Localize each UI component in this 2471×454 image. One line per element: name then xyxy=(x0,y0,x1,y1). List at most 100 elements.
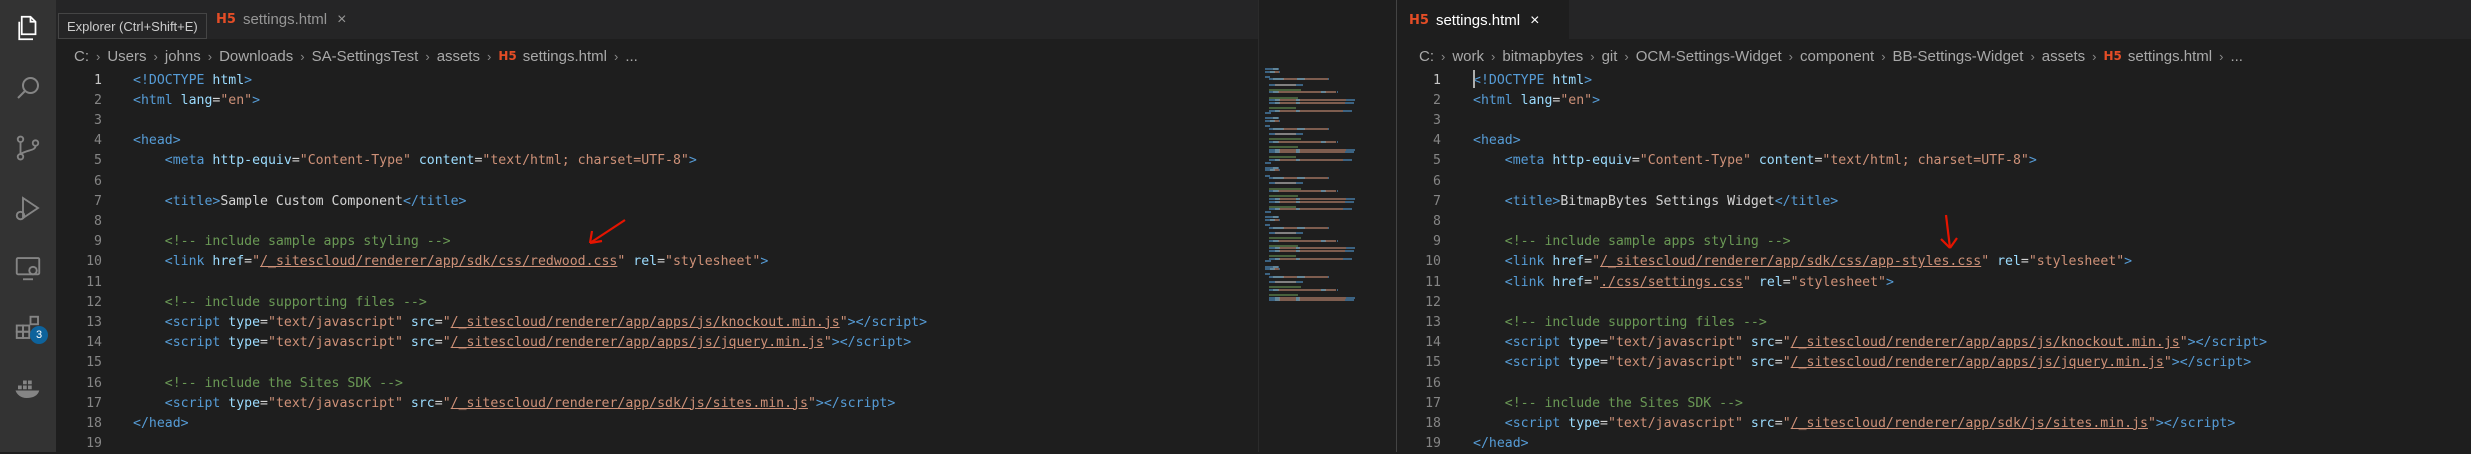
breadcrumb-item[interactable]: assets xyxy=(2042,48,2085,65)
code-text: <title>Sample Custom Component</title> xyxy=(133,194,467,209)
code-token: = xyxy=(244,254,253,270)
breadcrumb-label: Downloads xyxy=(219,47,294,65)
breadcrumb-item[interactable]: git xyxy=(1602,48,1618,65)
tab-settings-html-right[interactable]: H5 settings.html × xyxy=(1397,0,1569,40)
code-line[interactable]: 7 <title>Sample Custom Component</title> xyxy=(56,191,467,211)
explorer-icon[interactable] xyxy=(0,0,56,56)
line-number: 13 xyxy=(86,314,102,330)
code-line[interactable]: 11 xyxy=(56,272,133,292)
breadcrumb-item[interactable]: assets xyxy=(437,48,480,65)
remote-explorer-icon[interactable] xyxy=(0,240,56,296)
code-line[interactable]: 19 xyxy=(56,434,133,454)
code-line[interactable]: 17 <!-- include the Sites SDK --> xyxy=(1397,393,1743,413)
code-line[interactable]: 4 <head> xyxy=(1397,131,1521,151)
code-line[interactable]: 3 xyxy=(1397,110,1473,130)
code-line[interactable]: 7 <title>BitmapBytes Settings Widget</ti… xyxy=(1397,191,1838,211)
code-token: "stylesheet" xyxy=(1790,274,1886,290)
code-line[interactable]: 6 xyxy=(1397,171,1473,191)
minimap-line xyxy=(1344,250,1354,252)
code-token: = xyxy=(1782,274,1791,290)
breadcrumb-item[interactable]: SA-SettingsTest xyxy=(312,48,419,65)
code-line[interactable]: 5 <meta http-equiv="Content-Type" conten… xyxy=(56,151,697,171)
tab-settings-html-left[interactable]: H5 settings.html × xyxy=(216,0,346,39)
search-icon[interactable] xyxy=(0,60,56,116)
code-line[interactable]: 8 xyxy=(1397,211,1473,231)
breadcrumb-item[interactable]: H5 settings.html xyxy=(498,48,607,65)
code-line[interactable]: 18 </head> xyxy=(56,413,189,433)
code-token: content xyxy=(410,153,475,169)
code-line[interactable]: 8 xyxy=(56,211,133,231)
code-line[interactable]: 14 <script type="text/javascript" src="/… xyxy=(56,333,911,353)
code-token: <script xyxy=(164,395,221,411)
breadcrumb-item[interactable]: component xyxy=(1800,48,1874,65)
code-line[interactable]: 11 <link href="./css/settings.css" rel="… xyxy=(1397,272,1894,292)
code-line[interactable]: 3 xyxy=(56,110,133,130)
extensions-icon[interactable] xyxy=(0,300,56,356)
code-line[interactable]: 9 <!-- include sample apps styling --> xyxy=(56,232,451,252)
code-line[interactable]: 18 <script type="text/javascript" src="/… xyxy=(1397,413,2235,433)
code-token: type xyxy=(1560,355,1601,371)
code-line[interactable]: 16 <!-- include the Sites SDK --> xyxy=(56,373,403,393)
breadcrumb-item[interactable]: work xyxy=(1452,48,1484,65)
close-icon[interactable]: × xyxy=(1530,12,1539,30)
minimap-line xyxy=(1274,182,1296,185)
code-line[interactable]: 4 <head> xyxy=(56,131,181,151)
breadcrumb-item[interactable]: ... xyxy=(2230,48,2243,65)
breadcrumb-item[interactable]: BB-Settings-Widget xyxy=(1893,48,2024,65)
left-editor-group: H5 settings.html × ··· C: › Users › johns › Do… xyxy=(56,0,1396,452)
line-number: 5 xyxy=(1433,153,1441,169)
code-text: <script type="text/javascript" src="/_si… xyxy=(133,335,911,350)
code-line[interactable]: 19 </head> xyxy=(1397,434,1529,454)
minimap-line xyxy=(1284,226,1297,229)
breadcrumb-item[interactable]: C: xyxy=(74,48,89,65)
code-line[interactable]: 1 <!DOCTYPE html> xyxy=(56,70,252,90)
minimap-line xyxy=(1274,231,1296,234)
docker-icon[interactable] xyxy=(0,360,56,416)
breadcrumb-item[interactable]: Users xyxy=(107,48,146,65)
minimap-line xyxy=(1280,159,1296,161)
breadcrumb-item[interactable]: OCM-Settings-Widget xyxy=(1636,48,1782,65)
code-token: </head> xyxy=(1473,436,1529,452)
code-line[interactable]: 12 xyxy=(1397,292,1473,312)
breadcrumb-label: C: xyxy=(74,47,89,65)
breadcrumb-item[interactable]: ... xyxy=(625,48,638,65)
code-line[interactable]: 6 xyxy=(56,171,133,191)
breadcrumb-item[interactable]: bitmapbytes xyxy=(1502,48,1583,65)
code-text: <head> xyxy=(133,133,181,148)
code-line[interactable]: 2 <html lang="en"> xyxy=(56,90,260,110)
minimap-line xyxy=(1295,83,1303,86)
code-line[interactable]: 10 <link href="/_sitescloud/renderer/app… xyxy=(1397,252,2132,272)
code-line[interactable]: 2 <html lang="en"> xyxy=(1397,90,1600,110)
code-line[interactable]: 13 <!-- include supporting files --> xyxy=(1397,312,1767,332)
minimap-line xyxy=(1328,78,1330,81)
breadcrumb-item[interactable]: C: xyxy=(1419,48,1434,65)
code-line[interactable]: 17 <script type="text/javascript" src="/… xyxy=(56,393,895,413)
code-line[interactable]: 14 <script type="text/javascript" src="/… xyxy=(1397,333,2267,353)
code-line[interactable]: 13 <script type="text/javascript" src="/… xyxy=(56,312,927,332)
code-line[interactable]: 15 xyxy=(56,353,133,373)
code-line[interactable]: 12 <!-- include supporting files --> xyxy=(56,292,427,312)
code-token: " xyxy=(1743,274,1751,290)
minimap-line xyxy=(1280,299,1296,302)
minimap-line xyxy=(1336,140,1338,143)
minimap[interactable] xyxy=(1258,0,1397,452)
code-line[interactable]: 16 xyxy=(1397,373,1473,393)
chevron-right-icon: › xyxy=(2219,48,2224,64)
close-icon[interactable]: × xyxy=(337,11,346,29)
code-text: <!-- include the Sites SDK --> xyxy=(133,376,403,391)
breadcrumb-item[interactable]: johns xyxy=(165,48,201,65)
source-control-icon[interactable] xyxy=(0,120,56,176)
run-debug-icon[interactable] xyxy=(0,180,56,236)
code-line[interactable]: 5 <meta http-equiv="Content-Type" conten… xyxy=(1397,151,2037,171)
code-token: <! xyxy=(1473,72,1489,88)
breadcrumb-item[interactable]: Downloads xyxy=(219,48,293,65)
code-text: </head> xyxy=(133,416,189,431)
code-line[interactable]: 15 <script type="text/javascript" src="/… xyxy=(1397,353,2251,373)
breadcrumb-item[interactable]: H5 settings.html xyxy=(2103,48,2212,65)
activity-bar: 3 xyxy=(0,0,56,452)
code-line[interactable]: 9 <!-- include sample apps styling --> xyxy=(1397,232,1791,252)
code-line[interactable]: 1 <!DOCTYPE html> xyxy=(1397,70,1592,90)
code-token: = xyxy=(1631,153,1640,169)
code-line[interactable]: 10 <link href="/_sitescloud/renderer/app… xyxy=(56,252,768,272)
code-text: <script type="text/javascript" src="/_si… xyxy=(1473,416,2236,431)
